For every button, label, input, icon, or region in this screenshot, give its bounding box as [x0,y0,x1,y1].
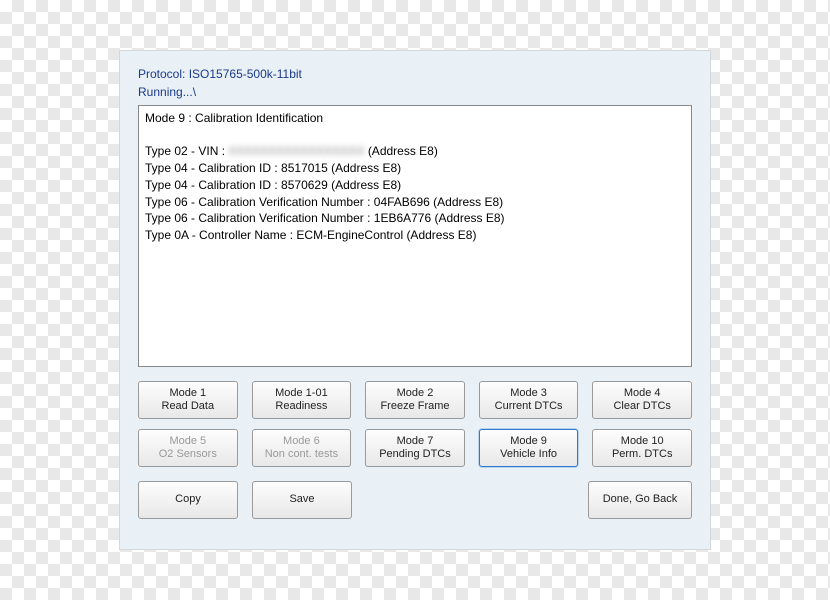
output-row: Type 06 - Calibration Verification Numbe… [145,210,685,227]
output-row: Type 04 - Calibration ID : 8570629 (Addr… [145,177,685,194]
mode5-button: Mode 5 O2 Sensors [138,429,238,467]
output-row: Type 06 - Calibration Verification Numbe… [145,194,685,211]
mode10-button[interactable]: Mode 10 Perm. DTCs [592,429,692,467]
mode1-01-button[interactable]: Mode 1-01 Readiness [252,381,352,419]
output-row: Type 02 - VIN : XXXXXXXXXXXXXXXXX (Addre… [145,143,685,160]
output-textarea[interactable]: Mode 9 : Calibration Identification Type… [138,105,692,367]
mode3-button[interactable]: Mode 3 Current DTCs [479,381,579,419]
mode9-button[interactable]: Mode 9 Vehicle Info [479,429,579,467]
output-row: Type 04 - Calibration ID : 8517015 (Addr… [145,160,685,177]
copy-button[interactable]: Copy [138,481,238,519]
output-title: Mode 9 : Calibration Identification [145,110,685,127]
status-line: Running...\ [138,85,692,99]
protocol-line: Protocol: ISO15765-500k-11bit [138,67,692,81]
output-row: Type 0A - Controller Name : ECM-EngineCo… [145,227,685,244]
mode1-button[interactable]: Mode 1 Read Data [138,381,238,419]
mode4-button[interactable]: Mode 4 Clear DTCs [592,381,692,419]
obd-panel: Protocol: ISO15765-500k-11bit Running...… [119,50,711,550]
mode-button-grid: Mode 1 Read Data Mode 1-01 Readiness Mod… [138,381,692,467]
done-button[interactable]: Done, Go Back [588,481,692,519]
mode2-button[interactable]: Mode 2 Freeze Frame [365,381,465,419]
vin-redacted: XXXXXXXXXXXXXXXXX [228,143,364,160]
protocol-value: ISO15765-500k-11bit [189,67,302,81]
mode6-button: Mode 6 Non cont. tests [252,429,352,467]
bottom-button-row: Copy Save Done, Go Back [138,481,692,519]
protocol-label: Protocol: [138,67,185,81]
mode7-button[interactable]: Mode 7 Pending DTCs [365,429,465,467]
save-button[interactable]: Save [252,481,352,519]
